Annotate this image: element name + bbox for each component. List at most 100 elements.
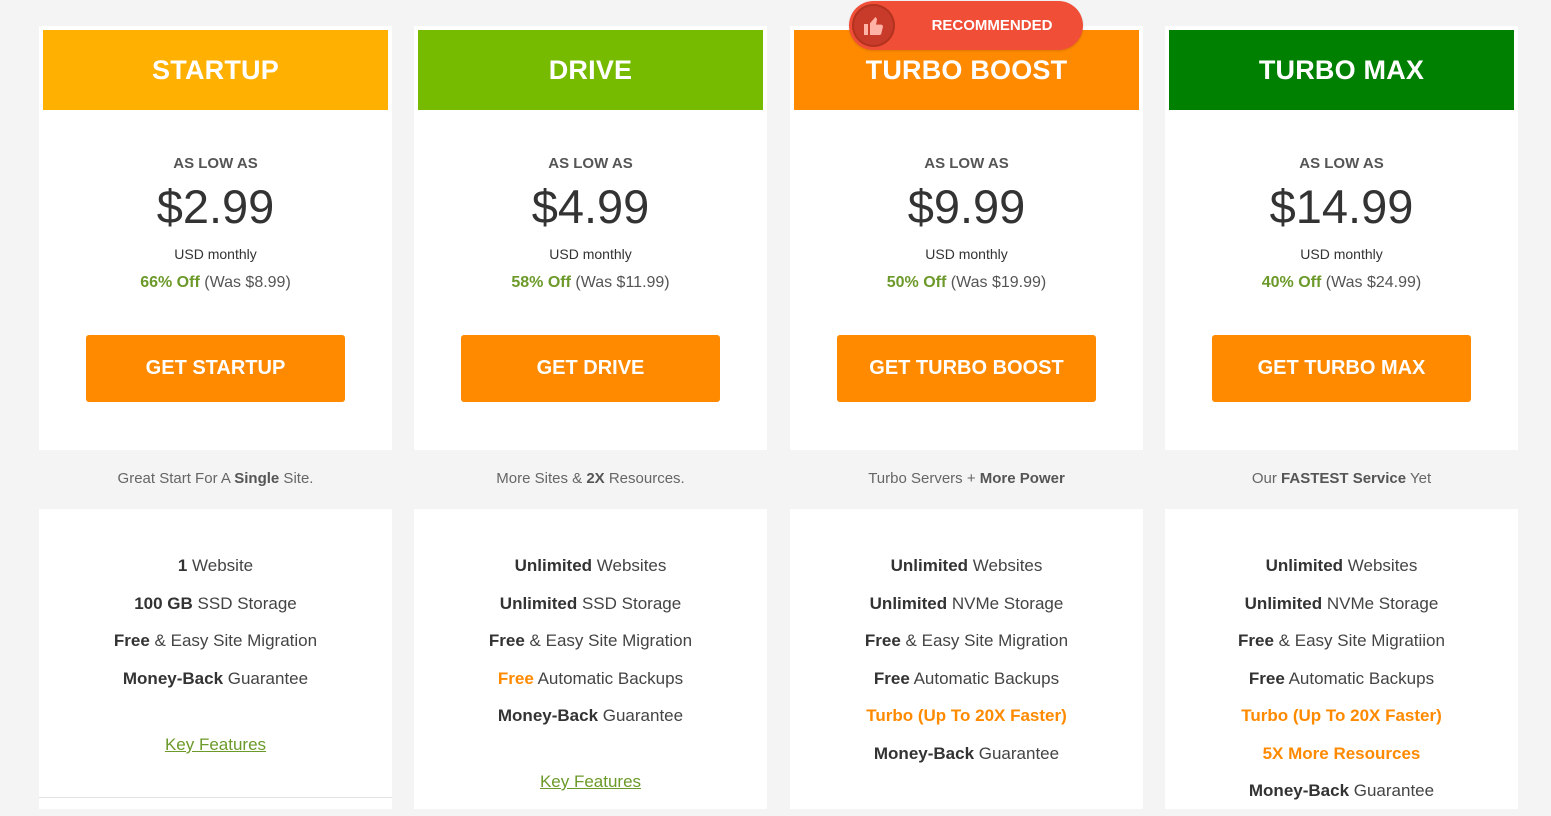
plan-card-drive: DRIVE AS LOW AS $4.99 USD monthly 58% Of… xyxy=(414,26,767,450)
tagline-text: More Sites & xyxy=(496,470,587,487)
plan-header: DRIVE xyxy=(418,30,763,110)
feature-text: Guarantee xyxy=(598,706,684,725)
feature-text: Guarantee xyxy=(223,668,309,688)
feature-item: Unlimited SSD Storage xyxy=(414,591,767,629)
discount-line: 40% Off (Was $24.99) xyxy=(1165,274,1518,292)
tagline-emphasis: Single xyxy=(234,470,280,487)
feature-text: SSD Storage xyxy=(192,593,297,613)
feature-item: Unlimited NVMe Storage xyxy=(790,591,1143,629)
feature-bold: Unlimited xyxy=(514,556,593,575)
feature-item: Turbo (Up To 20X Faster) xyxy=(790,703,1143,741)
plan-price: $4.99 xyxy=(531,180,650,233)
feature-bold: Free xyxy=(488,631,525,650)
plan-header: STARTUP xyxy=(43,30,388,110)
feature-item: Turbo (Up To 20X Faster) xyxy=(1165,703,1518,741)
feature-text: Guarantee xyxy=(974,743,1060,763)
billing-period: USD monthly xyxy=(925,246,1008,262)
feature-text: Websites xyxy=(592,556,667,575)
feature-bold: 100 GB xyxy=(134,593,193,613)
feature-text: Websites xyxy=(968,556,1043,575)
feature-bold: Money-Back xyxy=(122,668,224,688)
plan-tagline: Turbo Servers + More Power xyxy=(790,470,1143,487)
get-startup-button[interactable]: GET STARTUP xyxy=(86,335,345,402)
billing-period: USD monthly xyxy=(1300,246,1383,262)
feature-text: Automatic Backups xyxy=(533,668,684,688)
get-turbo-max-button[interactable]: GET TURBO MAX xyxy=(1212,335,1471,402)
tagline-text: Yet xyxy=(1406,470,1432,487)
feature-bold: Unlimited xyxy=(869,593,948,613)
tagline-text: Site. xyxy=(279,470,314,487)
plan-tagline: Our FASTEST Service Yet xyxy=(1165,470,1518,487)
feature-text: Guarantee xyxy=(1349,781,1435,800)
plan-price: $9.99 xyxy=(907,180,1026,233)
feature-bold: Free xyxy=(1248,668,1285,688)
feature-text: Automatic Backups xyxy=(1284,668,1435,688)
was-price: (Was $11.99) xyxy=(575,274,670,291)
discount-percent: 58% Off xyxy=(511,274,571,291)
discount-line: 50% Off (Was $19.99) xyxy=(790,274,1143,292)
plan-tagline: More Sites & 2X Resources. xyxy=(414,470,767,487)
was-price: (Was $8.99) xyxy=(204,274,291,291)
tagline-text: Our xyxy=(1251,470,1282,487)
get-drive-button[interactable]: GET DRIVE xyxy=(461,335,720,402)
plan-column-startup: STARTUP AS LOW AS $2.99 USD monthly 66% … xyxy=(39,0,392,809)
feature-item: Free & Easy Site Migration xyxy=(414,628,767,666)
plan-features-card: Unlimited Websites Unlimited SSD Storage… xyxy=(414,509,767,809)
plan-card-turbo-max: TURBO MAX AS LOW AS $14.99 USD monthly 4… xyxy=(1165,26,1518,450)
billing-period: USD monthly xyxy=(174,246,257,262)
feature-bold: Unlimited xyxy=(1265,556,1344,575)
feature-text: Automatic Backups xyxy=(909,668,1060,688)
discount-percent: 40% Off xyxy=(1261,274,1322,291)
plan-column-turbo-max: TURBO MAX AS LOW AS $14.99 USD monthly 4… xyxy=(1165,0,1518,809)
feature-bold: Free xyxy=(1238,631,1274,650)
feature-item: Free & Easy Site Migration xyxy=(39,628,392,666)
feature-item: Money-Back Guarantee xyxy=(1165,778,1518,816)
feature-bold: Money-Back xyxy=(873,743,975,763)
discount-line: 66% Off (Was $8.99) xyxy=(39,274,392,292)
as-low-as-label: AS LOW AS xyxy=(173,155,258,172)
key-features-link[interactable]: Key Features xyxy=(414,772,767,792)
pricing-plans: STARTUP AS LOW AS $2.99 USD monthly 66% … xyxy=(0,0,1551,809)
feature-text: NVMe Storage xyxy=(1322,593,1439,613)
as-low-as-label: AS LOW AS xyxy=(924,155,1009,172)
feature-item: Free & Easy Site Migratiion xyxy=(1165,628,1518,666)
feature-bold: Free xyxy=(864,631,901,650)
billing-period: USD monthly xyxy=(549,246,632,262)
key-features-link[interactable]: Key Features xyxy=(39,735,392,755)
feature-text: NVMe Storage xyxy=(947,593,1064,613)
plan-column-turbo-boost: TURBO BOOST AS LOW AS $9.99 USD monthly … xyxy=(790,0,1143,809)
feature-list: Unlimited Websites Unlimited SSD Storage… xyxy=(414,553,767,741)
thumbs-up-icon xyxy=(852,4,895,47)
feature-text: SSD Storage xyxy=(577,593,682,613)
feature-item: 1 Website xyxy=(39,553,392,591)
feature-item: Free & Easy Site Migration xyxy=(790,628,1143,666)
was-price: (Was $24.99) xyxy=(1325,274,1422,291)
feature-text: & Easy Site Migratiion xyxy=(1273,631,1445,650)
feature-bold: Money-Back xyxy=(1248,781,1350,800)
plan-tagline: Great Start For A Single Site. xyxy=(39,470,392,487)
plan-header: TURBO MAX xyxy=(1169,30,1514,110)
tagline-text: Resources. xyxy=(604,470,685,487)
tagline-emphasis: More Power xyxy=(979,470,1065,487)
discount-percent: 66% Off xyxy=(140,274,200,291)
plan-features-card: Unlimited Websites Unlimited NVMe Storag… xyxy=(790,509,1143,809)
recommended-badge: RECOMMENDED xyxy=(849,1,1083,50)
feature-bold: Free xyxy=(873,668,910,688)
plan-price: $2.99 xyxy=(156,180,275,233)
feature-bold: Free xyxy=(113,631,150,650)
feature-item: Free Automatic Backups xyxy=(1165,666,1518,704)
feature-item: Money-Back Guarantee xyxy=(414,703,767,741)
get-turbo-boost-button[interactable]: GET TURBO BOOST xyxy=(837,335,1096,402)
plan-card-turbo-boost: TURBO BOOST AS LOW AS $9.99 USD monthly … xyxy=(790,26,1143,450)
as-low-as-label: AS LOW AS xyxy=(548,155,633,172)
feature-list: Unlimited Websites Unlimited NVMe Storag… xyxy=(1165,553,1518,816)
feature-item: Free Automatic Backups xyxy=(790,666,1143,704)
plan-card-startup: STARTUP AS LOW AS $2.99 USD monthly 66% … xyxy=(39,26,392,450)
feature-text: & Easy Site Migration xyxy=(900,631,1069,650)
plan-features-card: 1 Website 100 GB SSD Storage Free & Easy… xyxy=(39,509,392,809)
feature-bold: Unlimited xyxy=(1244,593,1323,613)
feature-item: 100 GB SSD Storage xyxy=(39,591,392,629)
discount-line: 58% Off (Was $11.99) xyxy=(414,274,767,292)
plan-features-card: Unlimited Websites Unlimited NVMe Storag… xyxy=(1165,509,1518,809)
feature-bold: Unlimited xyxy=(499,593,578,613)
